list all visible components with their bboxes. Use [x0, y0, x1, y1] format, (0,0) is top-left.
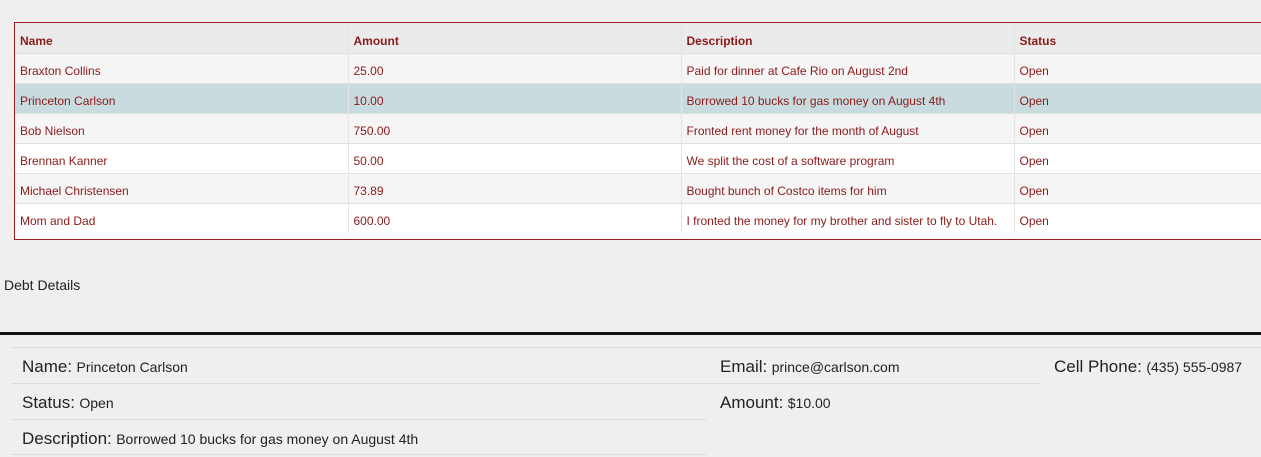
name-field: Name: Princeton Carlson: [22, 357, 188, 377]
cell-description: Fronted rent money for the month of Augu…: [680, 112, 1014, 143]
debts-table: Name Amount Description Status Braxton C…: [15, 23, 1261, 233]
cell-description: Paid for dinner at Cafe Rio on August 2n…: [680, 52, 1014, 83]
cell-name: Michael Christensen: [15, 172, 348, 203]
description-value: Borrowed 10 bucks for gas money on Augus…: [116, 431, 419, 447]
amount-field: Amount: $10.00: [720, 393, 831, 413]
debt-details-panel: Name: Princeton Carlson Email: prince@ca…: [12, 347, 1261, 455]
section-divider: [0, 332, 1261, 335]
details-row-status: Status: Open Amount: $10.00: [12, 383, 1040, 419]
cell-description: I fronted the money for my brother and s…: [680, 202, 1014, 233]
details-row-description: Description: Borrowed 10 bucks for gas m…: [12, 419, 706, 455]
phone-label: Cell Phone:: [1054, 357, 1142, 376]
cell-amount: 73.89: [347, 172, 681, 203]
cell-name: Princeton Carlson: [15, 82, 348, 113]
name-value: Princeton Carlson: [76, 359, 188, 375]
cell-amount: 600.00: [347, 202, 681, 233]
details-row-name: Name: Princeton Carlson Email: prince@ca…: [12, 347, 1261, 383]
amount-value: $10.00: [787, 395, 831, 411]
table-row[interactable]: Bob Nielson 750.00 Fronted rent money fo…: [15, 112, 1261, 143]
cell-name: Mom and Dad: [15, 202, 348, 233]
phone-field: Cell Phone: (435) 555-0987: [1054, 357, 1242, 377]
cell-name: Bob Nielson: [15, 112, 348, 143]
column-header-status[interactable]: Status: [1013, 23, 1261, 53]
cell-status: Open: [1013, 142, 1261, 173]
name-label: Name:: [22, 357, 73, 376]
status-value: Open: [79, 395, 114, 411]
cell-status: Open: [1013, 82, 1261, 113]
column-header-name[interactable]: Name: [15, 23, 348, 53]
cell-status: Open: [1013, 112, 1261, 143]
description-label: Description:: [22, 429, 112, 448]
table-row[interactable]: Brennan Kanner 50.00 We split the cost o…: [15, 142, 1261, 173]
description-field: Description: Borrowed 10 bucks for gas m…: [22, 429, 418, 449]
debts-table-container: Name Amount Description Status Braxton C…: [14, 22, 1261, 240]
table-row[interactable]: Braxton Collins 25.00 Paid for dinner at…: [15, 52, 1261, 83]
cell-status: Open: [1013, 172, 1261, 203]
cell-amount: 25.00: [347, 52, 681, 83]
column-header-description[interactable]: Description: [680, 23, 1014, 53]
cell-description: We split the cost of a software program: [680, 142, 1014, 173]
email-value: prince@carlson.com: [771, 359, 900, 375]
table-header-row: Name Amount Description Status: [15, 23, 1261, 53]
debt-details-title: Debt Details: [4, 277, 81, 293]
cell-name: Braxton Collins: [15, 52, 348, 83]
table-row-selected[interactable]: Princeton Carlson 10.00 Borrowed 10 buck…: [15, 82, 1261, 113]
column-header-amount[interactable]: Amount: [347, 23, 681, 53]
phone-value: (435) 555-0987: [1146, 359, 1243, 375]
table-row[interactable]: Mom and Dad 600.00 I fronted the money f…: [15, 202, 1261, 233]
cell-description: Borrowed 10 bucks for gas money on Augus…: [680, 82, 1014, 113]
cell-amount: 10.00: [347, 82, 681, 113]
cell-amount: 750.00: [347, 112, 681, 143]
status-label: Status:: [22, 393, 75, 412]
cell-name: Brennan Kanner: [15, 142, 348, 173]
email-label: Email:: [720, 357, 768, 376]
cell-amount: 50.00: [347, 142, 681, 173]
cell-status: Open: [1013, 202, 1261, 233]
status-field: Status: Open: [22, 393, 114, 413]
amount-label: Amount:: [720, 393, 784, 412]
cell-status: Open: [1013, 52, 1261, 83]
cell-description: Bought bunch of Costco items for him: [680, 172, 1014, 203]
table-row[interactable]: Michael Christensen 73.89 Bought bunch o…: [15, 172, 1261, 203]
email-field: Email: prince@carlson.com: [720, 357, 900, 377]
